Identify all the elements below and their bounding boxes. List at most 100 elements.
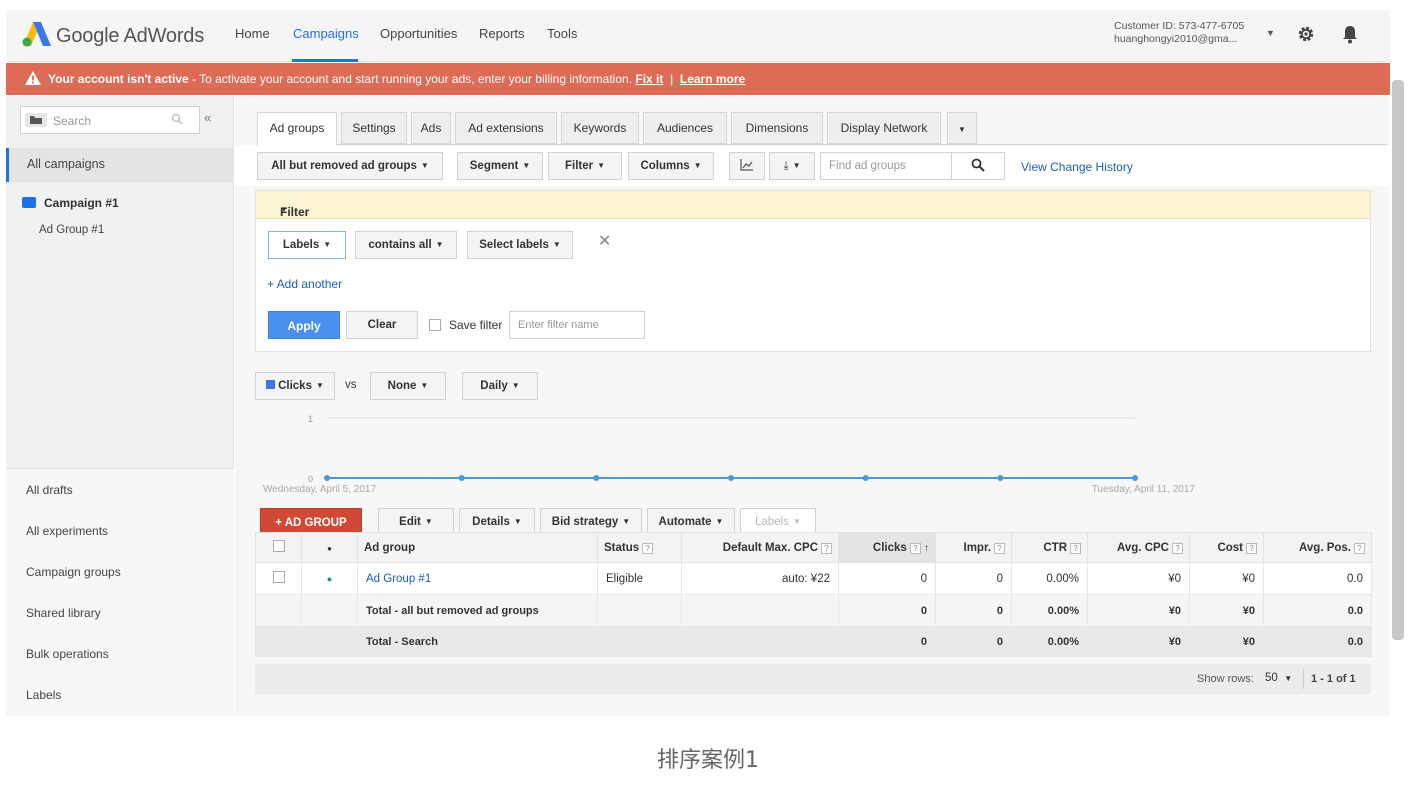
tab-dimensions[interactable]: Dimensions [731, 112, 823, 144]
view-change-history-link[interactable]: View Change History [1021, 160, 1133, 174]
tab-bar-divider [257, 144, 1387, 145]
tab-settings[interactable]: Settings [341, 112, 407, 144]
tab-keywords[interactable]: Keywords [561, 112, 639, 144]
col-avg-pos[interactable]: Avg. Pos.? [1263, 532, 1372, 563]
active-nav-indicator [292, 59, 358, 62]
add-another-link[interactable]: + Add another [267, 277, 342, 291]
tab-ads[interactable]: Ads [411, 112, 451, 144]
help-icon[interactable]: ? [821, 542, 832, 554]
learn-more-link[interactable]: Learn more [680, 72, 745, 86]
row-checkbox[interactable] [272, 571, 285, 583]
tab-display-network[interactable]: Display Network [827, 112, 941, 144]
col-status[interactable]: Status? [597, 532, 682, 563]
total-row-all: Total - all but removed ad groups 0 0 0.… [255, 594, 1372, 627]
nav-tools[interactable]: Tools [547, 26, 577, 41]
sidebar-link-bulk-operations[interactable]: Bulk operations [26, 647, 109, 661]
col-impr[interactable]: Impr.? [935, 532, 1012, 563]
help-icon[interactable]: ? [1172, 542, 1183, 554]
folder-icon[interactable] [25, 113, 47, 127]
sidebar-search[interactable]: Search [20, 106, 200, 134]
main-content: Ad groups Settings Ads Ad extensions Key… [235, 96, 1390, 716]
fix-it-link[interactable]: Fix it [635, 72, 663, 86]
nav-reports[interactable]: Reports [479, 26, 525, 41]
row-ctr-cell: 0.00% [1011, 562, 1088, 595]
col-ad-group[interactable]: Ad group [357, 532, 598, 563]
select-labels-label: Select labels [479, 239, 549, 251]
chart-y-tick-label: 1 [308, 414, 313, 424]
rows-per-page-select[interactable]: 50 ▼ [1265, 672, 1292, 684]
filter-panel-header[interactable]: ▼ Filter [256, 191, 1370, 219]
chart-data-point [862, 475, 869, 481]
period-dropdown[interactable]: Daily ▼ [462, 372, 538, 400]
help-icon[interactable]: ? [994, 542, 1005, 554]
chart-toggle-button[interactable] [729, 152, 765, 180]
search-button[interactable] [951, 152, 1005, 180]
col-ctr[interactable]: CTR? [1011, 532, 1088, 563]
chevron-down-icon: ▼ [792, 161, 801, 170]
account-switcher[interactable]: Customer ID: 573-477-6705 huanghongyi201… [1114, 20, 1264, 46]
rows-per-page-value: 50 [1265, 672, 1278, 684]
col-default-max-cpc[interactable]: Default Max. CPC? [681, 532, 839, 563]
help-icon[interactable]: ? [909, 542, 921, 554]
tab-ad-groups[interactable]: Ad groups [257, 112, 337, 146]
tab-more-dropdown[interactable]: ▼ [947, 112, 977, 144]
filter-dropdown[interactable]: Filter ▼ [548, 152, 622, 180]
sidebar-link-all-experiments[interactable]: All experiments [26, 524, 108, 538]
page-scrollbar[interactable] [1392, 80, 1404, 640]
collapse-sidebar-icon[interactable]: « [204, 110, 211, 125]
pagination-bar: Show rows: 50 ▼ 1 - 1 of 1 [255, 664, 1371, 694]
filter-labels-dropdown[interactable]: Labels ▼ [268, 231, 346, 259]
bell-icon[interactable] [1341, 24, 1359, 44]
account-dropdown-icon[interactable]: ▼ [1266, 28, 1275, 38]
ad-group-link[interactable]: Ad Group #1 [366, 573, 431, 585]
download-button[interactable]: ⤓ ▼ [769, 152, 815, 180]
details-label: Details [472, 516, 510, 528]
col-clicks[interactable]: Clicks? ↑ [838, 532, 936, 563]
select-all-checkbox[interactable] [272, 540, 285, 552]
chart-y-tick-label: 0 [308, 474, 313, 484]
help-icon[interactable]: ? [642, 542, 654, 554]
row-cpc-cell[interactable]: auto: ¥22 [681, 562, 839, 595]
tab-ad-extensions[interactable]: Ad extensions [455, 112, 557, 144]
segment-dropdown[interactable]: Segment ▼ [457, 152, 543, 180]
help-icon[interactable]: ? [1354, 542, 1365, 554]
apply-button[interactable]: Apply [268, 311, 340, 339]
compare-metric-dropdown[interactable]: None ▼ [370, 372, 446, 400]
view-dropdown[interactable]: All but removed ad groups ▼ [257, 152, 443, 180]
filter-name-input[interactable]: Enter filter name [509, 311, 645, 339]
sidebar-item-campaign[interactable]: Campaign #1 [22, 196, 119, 210]
sidebar-link-all-drafts[interactable]: All drafts [26, 483, 73, 497]
row-ad-group-cell: Ad Group #1 [357, 562, 598, 595]
enabled-status-icon[interactable]: ● [327, 574, 332, 584]
save-filter-checkbox[interactable] [429, 319, 441, 331]
sidebar-link-shared-library[interactable]: Shared library [26, 606, 101, 620]
col-cost[interactable]: Cost? [1189, 532, 1264, 563]
search-icon[interactable] [171, 113, 183, 125]
tab-audiences[interactable]: Audiences [643, 112, 727, 144]
image-caption: 排序案例1 [657, 748, 759, 773]
help-icon[interactable]: ? [1246, 542, 1257, 554]
sidebar-link-labels[interactable]: Labels [26, 688, 61, 702]
adwords-logo[interactable]: Google AdWords [22, 19, 222, 53]
row-status-cell: Eligible [597, 562, 682, 595]
filter-operator-dropdown[interactable]: contains all ▼ [355, 231, 457, 259]
sidebar-item-all-campaigns[interactable]: All campaigns [6, 148, 234, 182]
col-cost-label: Cost [1217, 541, 1243, 554]
chevron-down-icon: ▼ [693, 161, 702, 170]
sidebar-item-ad-group[interactable]: Ad Group #1 [39, 224, 104, 236]
show-rows-label: Show rows: [1197, 673, 1254, 685]
sidebar-link-campaign-groups[interactable]: Campaign groups [26, 565, 121, 579]
nav-home[interactable]: Home [235, 26, 270, 41]
clear-button[interactable]: Clear [346, 311, 418, 339]
columns-dropdown[interactable]: Columns ▼ [628, 152, 714, 180]
nav-campaigns[interactable]: Campaigns [293, 26, 359, 41]
close-icon[interactable]: ✕ [598, 231, 611, 251]
col-avg-cpc[interactable]: Avg. CPC? [1087, 532, 1190, 563]
nav-opportunities[interactable]: Opportunities [380, 26, 457, 41]
select-labels-dropdown[interactable]: Select labels ▼ [467, 231, 573, 259]
help-icon[interactable]: ? [1070, 542, 1081, 554]
gear-icon[interactable] [1296, 24, 1316, 44]
customer-id: Customer ID: 573-477-6705 [1114, 20, 1245, 32]
chart-metric-dropdown[interactable]: Clicks ▼ [255, 372, 335, 400]
find-ad-groups-input[interactable]: Find ad groups [820, 152, 952, 180]
